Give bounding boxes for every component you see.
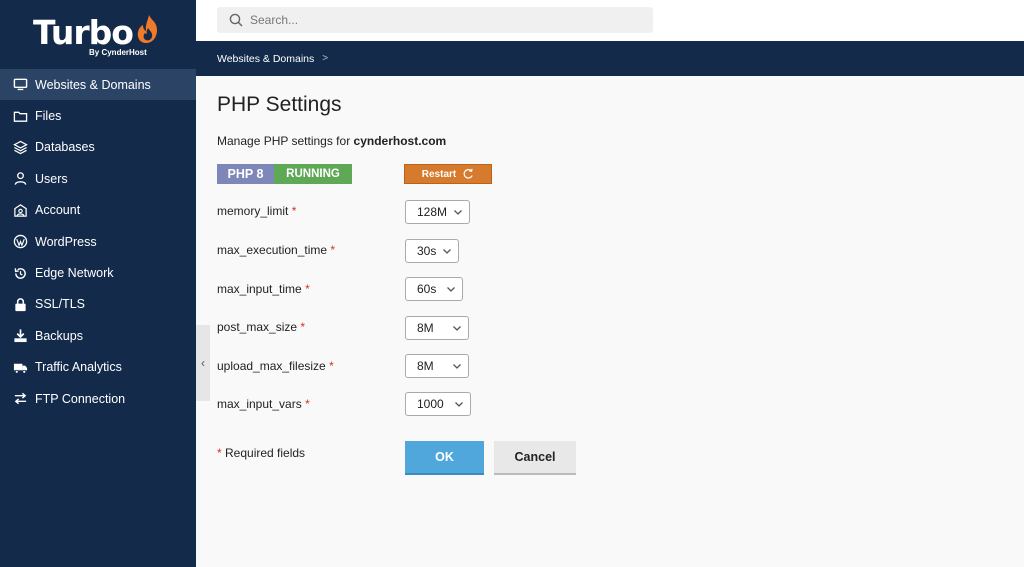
- upload-max-filesize-label: upload_max_filesize *: [217, 359, 334, 373]
- breadcrumb-item-websites-domains[interactable]: Websites & Domains: [217, 53, 314, 65]
- ok-button[interactable]: OK: [405, 441, 484, 475]
- monitor-icon: [12, 77, 28, 93]
- select-value: 60s: [417, 282, 437, 296]
- sidebar-item-label: FTP Connection: [35, 391, 126, 406]
- search-box[interactable]: [217, 7, 653, 33]
- wordpress-icon: [12, 234, 28, 250]
- sidebar-item-label: WordPress: [35, 234, 97, 249]
- restart-button[interactable]: Restart: [404, 164, 492, 184]
- chevron-down-icon: [443, 249, 451, 254]
- setting-label: max_input_time: [217, 282, 302, 296]
- search-input[interactable]: [250, 13, 630, 27]
- search-icon: [229, 13, 243, 27]
- memory-limit-select[interactable]: 128M: [405, 200, 470, 224]
- lock-icon: [12, 296, 28, 312]
- folder-icon: [12, 108, 28, 124]
- account-icon: [12, 202, 28, 218]
- required-marker: *: [330, 243, 336, 257]
- sidebar-item-label: Edge Network: [35, 266, 114, 281]
- required-marker: *: [305, 282, 310, 296]
- restart-label: Restart: [421, 168, 457, 180]
- chevron-down-icon: [454, 210, 462, 215]
- page-subtitle: Manage PHP settings for cynderhost.com: [217, 134, 446, 148]
- required-marker: *: [305, 397, 310, 411]
- sidebar: Turbo By CynderHost Websites & Domains F…: [0, 0, 196, 567]
- post-max-size-label: post_max_size *: [217, 320, 305, 334]
- required-note-text: Required fields: [225, 446, 306, 460]
- select-value: 128M: [417, 205, 448, 219]
- post-max-size-select[interactable]: 8M: [405, 316, 469, 340]
- subtitle-prefix: Manage PHP settings for: [217, 134, 354, 148]
- page-title: PHP Settings: [217, 93, 342, 116]
- select-value: 30s: [417, 244, 437, 258]
- sidebar-item-traffic-analytics[interactable]: Traffic Analytics: [0, 352, 196, 383]
- logo-subtitle: By CynderHost: [89, 48, 147, 57]
- php-version-badge: PHP 8: [217, 164, 274, 184]
- max-execution-time-label: max_execution_time *: [217, 243, 335, 257]
- sidebar-item-label: Traffic Analytics: [35, 360, 122, 375]
- select-value: 8M: [417, 321, 434, 335]
- required-marker: *: [329, 359, 334, 373]
- flame-icon: [137, 15, 157, 43]
- breadcrumb-separator: >: [322, 53, 329, 64]
- top-bar: [196, 0, 1024, 41]
- sidebar-item-websites-domains[interactable]: Websites & Domains: [0, 69, 196, 101]
- sidebar-item-label: Users: [35, 171, 68, 186]
- truck-icon: [12, 359, 28, 375]
- required-marker: *: [291, 204, 297, 218]
- setting-label: max_execution_time: [217, 243, 328, 257]
- max-input-time-label: max_input_time *: [217, 282, 310, 296]
- layers-icon: [12, 139, 28, 155]
- upload-max-filesize-select[interactable]: 8M: [405, 354, 469, 378]
- logo[interactable]: Turbo By CynderHost: [33, 14, 173, 62]
- sidebar-item-wordpress[interactable]: WordPress: [0, 226, 196, 257]
- chevron-down-icon: [453, 364, 461, 369]
- user-icon: [12, 171, 28, 187]
- breadcrumb: Websites & Domains >: [196, 41, 1024, 76]
- chevron-down-icon: [455, 402, 463, 407]
- main-content: PHP Settings Manage PHP settings for cyn…: [196, 76, 1024, 567]
- max-execution-time-select[interactable]: 30s: [405, 239, 459, 263]
- required-marker: *: [217, 446, 222, 460]
- setting-label: post_max_size: [217, 320, 298, 334]
- setting-label: max_input_vars: [217, 397, 302, 411]
- sidebar-item-backups[interactable]: Backups: [0, 320, 196, 351]
- setting-label: memory_limit: [217, 204, 289, 218]
- sidebar-item-label: Files: [35, 109, 62, 124]
- sidebar-item-ftp-connection[interactable]: FTP Connection: [0, 383, 196, 414]
- domain-name: cynderhost.com: [353, 134, 447, 148]
- select-value: 8M: [417, 359, 434, 373]
- sidebar-item-edge-network[interactable]: Edge Network: [0, 257, 196, 288]
- cancel-button[interactable]: Cancel: [494, 441, 576, 475]
- required-marker: *: [300, 320, 306, 334]
- restart-icon: [463, 168, 473, 179]
- chevron-down-icon: [453, 326, 461, 331]
- transfer-icon: [12, 391, 28, 407]
- status-badge: RUNNING: [274, 164, 352, 184]
- sidebar-item-label: Backups: [35, 328, 83, 343]
- required-fields-note: * Required fields: [217, 446, 305, 460]
- memory-limit-label: memory_limit *: [217, 204, 296, 218]
- logo-text: Turbo: [33, 13, 134, 52]
- download-icon: [12, 328, 28, 344]
- chevron-down-icon: [447, 287, 455, 292]
- max-input-vars-label: max_input_vars *: [217, 397, 310, 411]
- setting-label: upload_max_filesize: [217, 359, 326, 373]
- sidebar-item-users[interactable]: Users: [0, 163, 196, 194]
- sidebar-item-files[interactable]: Files: [0, 100, 196, 131]
- sidebar-item-label: Account: [35, 203, 81, 218]
- max-input-time-select[interactable]: 60s: [405, 277, 463, 301]
- sidebar-item-databases[interactable]: Databases: [0, 132, 196, 163]
- select-value: 1000: [417, 397, 444, 411]
- sidebar-nav: Websites & Domains Files Databases Users…: [0, 69, 196, 414]
- max-input-vars-select[interactable]: 1000: [405, 392, 471, 416]
- sidebar-item-label: Databases: [35, 140, 95, 155]
- sidebar-item-label: Websites & Domains: [35, 77, 151, 92]
- sidebar-item-label: SSL/TLS: [35, 297, 86, 312]
- sidebar-item-ssl-tls[interactable]: SSL/TLS: [0, 289, 196, 320]
- refresh-icon: [12, 265, 28, 281]
- sidebar-item-account[interactable]: Account: [0, 195, 196, 226]
